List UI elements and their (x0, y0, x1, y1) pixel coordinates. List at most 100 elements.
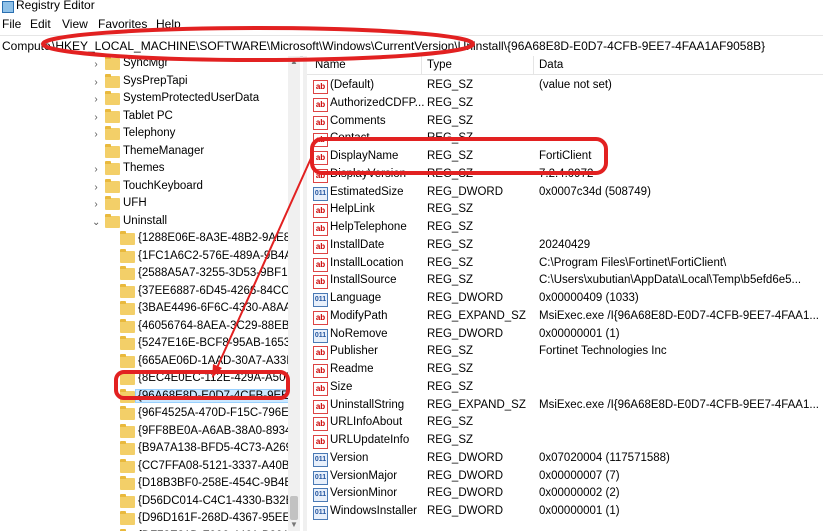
value-row[interactable]: ab DisplayVersion REG_SZ 7.2.4.0972 (307, 167, 823, 184)
value-row[interactable]: ab InstallSource REG_SZ C:\Users\xubutian\A… (307, 273, 823, 290)
tree-subitem[interactable]: {D18B3BF0-258E-454C-9B4B-4 (0, 476, 300, 493)
string-value-icon: ab (313, 97, 328, 112)
tree-scrollbar[interactable]: ▲ ▼ (288, 56, 300, 531)
value-row[interactable]: ab HelpLink REG_SZ (307, 202, 823, 219)
string-value-icon: ab (313, 417, 328, 432)
column-type[interactable]: Type (427, 59, 452, 71)
scroll-down-icon[interactable]: ▼ (288, 519, 300, 531)
value-row[interactable]: ab InstallLocation REG_SZ C:\Program Files\… (307, 256, 823, 273)
value-row[interactable]: ab DisplayName REG_SZ FortiClient (307, 149, 823, 166)
value-name: WindowsInstaller (330, 505, 417, 517)
value-data: 0x00000002 (2) (539, 487, 620, 500)
value-type: REG_EXPAND_SZ (427, 398, 526, 411)
tree-item[interactable]: › UFH (0, 196, 288, 213)
tree-subitem[interactable]: {1FC1A6C2-576E-489A-9B4A-9 (0, 248, 300, 266)
value-type: REG_SZ (427, 274, 474, 287)
tree-subitem-label: {D96D161F-268D-4367-95EE-A (138, 512, 300, 524)
scroll-thumb[interactable] (290, 496, 298, 520)
expand-icon[interactable]: › (92, 161, 100, 178)
tree-subitem[interactable]: {46056764-8AEA-3C29-88EB-3 (0, 318, 300, 336)
value-row[interactable]: ab Comments REG_SZ (307, 114, 823, 131)
value-type: REG_DWORD (427, 505, 504, 517)
scroll-up-icon[interactable]: ▲ (288, 56, 300, 68)
value-row[interactable]: ab URLUpdateInfo REG_SZ (307, 433, 823, 450)
tree-item[interactable]: ⌄ Uninstall (0, 213, 288, 231)
value-row[interactable]: 011 Language REG_DWORD 0x00000409 (1033) (307, 291, 823, 308)
tree-item[interactable]: › SystemProtectedUserData (0, 91, 288, 108)
column-separator[interactable] (533, 56, 534, 74)
value-row[interactable]: 011 VersionMinor REG_DWORD 0x00000002 (2) (307, 486, 823, 503)
tree-subitem[interactable]: {665AE06D-1AAD-30A7-A33F- (0, 353, 297, 371)
tree-subitem[interactable]: {D96D161F-268D-4367-95EE-A (0, 511, 300, 528)
tree-item[interactable]: › SyncMgr (0, 56, 288, 73)
value-type: REG_DWORD (427, 292, 504, 304)
value-row[interactable]: 011 NoRemove REG_DWORD 0x00000001 (1) (307, 327, 823, 344)
column-name[interactable]: Name (315, 59, 346, 71)
value-row[interactable]: ab (Default) REG_SZ (value not set) (307, 78, 823, 95)
folder-icon (120, 231, 135, 245)
tree-subitem[interactable]: {2588A5A7-3255-3D53-9BF1-C (0, 266, 300, 283)
expand-icon[interactable]: › (92, 196, 100, 213)
tree-subitem[interactable]: {96A68E8D-E0D7-4CFB-9EE7-4 (0, 388, 300, 406)
column-data[interactable]: Data (539, 59, 563, 71)
value-row[interactable]: 011 WindowsInstaller REG_DWORD 0x00000001 (… (307, 504, 823, 521)
value-row[interactable]: ab UninstallString REG_EXPAND_SZ MsiExec.ex… (307, 398, 823, 415)
value-row[interactable]: ab ModifyPath REG_EXPAND_SZ MsiExec.exe /I{… (307, 309, 823, 326)
expand-icon[interactable]: › (92, 74, 100, 91)
expand-icon[interactable]: › (92, 126, 100, 143)
value-row[interactable]: ab InstallDate REG_SZ 20240429 (307, 238, 823, 255)
value-row[interactable]: ab AuthorizedCDFP... REG_SZ (307, 96, 823, 113)
expand-icon[interactable]: › (92, 109, 100, 126)
value-type: REG_SZ (427, 96, 474, 109)
value-row[interactable]: ab Contact REG_SZ (307, 131, 823, 148)
tree-subitem[interactable]: {96F4525A-470D-F15C-796E-50 (0, 406, 300, 423)
value-row[interactable]: 011 Version REG_DWORD 0x07020004 (117571588… (307, 451, 823, 468)
folder-icon (120, 493, 135, 508)
value-data: 0x00000007 (7) (539, 469, 620, 482)
tree-subitem[interactable]: {3BAE4496-6F6C-4330-A8AA-E (0, 301, 300, 318)
tree-item[interactable]: › Telephony (0, 126, 288, 143)
value-type: REG_SZ (427, 256, 474, 269)
folder-icon (105, 91, 120, 105)
tree-item[interactable]: › Tablet PC (0, 108, 288, 126)
value-name: Comments (330, 114, 386, 127)
tree-subitem[interactable]: {D56DC014-C4C1-4330-B32B-I (0, 493, 300, 511)
tree-item[interactable]: › SysPrepTapi (0, 73, 288, 91)
expand-icon[interactable]: › (92, 179, 100, 196)
value-type: REG_SZ (427, 238, 474, 251)
tree-subitem[interactable]: {9FF8BE0A-A6AB-38A0-8934-1 (0, 423, 300, 441)
value-type: REG_SZ (427, 132, 474, 145)
value-row[interactable]: ab Size REG_SZ (307, 380, 823, 397)
menu-view[interactable]: View (62, 17, 88, 31)
collapse-icon[interactable]: ⌄ (92, 214, 100, 231)
tree-subitem[interactable]: {8EC4E0EC-112E-429A-A50D-E (0, 371, 300, 388)
menu-file[interactable]: File (2, 17, 21, 31)
tree-item[interactable]: ThemeManager (0, 143, 288, 161)
menu-edit[interactable]: Edit (30, 17, 51, 31)
tree-item[interactable]: › Themes (0, 161, 288, 178)
registry-tree[interactable]: › SyncMgr › SysPrepTapi › SystemProtectedUser… (0, 56, 300, 531)
tree-subitem[interactable]: {B9A7A138-BFD5-4C73-A269-F (0, 441, 300, 458)
value-row[interactable]: ab URLInfoAbout REG_SZ (307, 415, 823, 432)
tree-subitem[interactable]: {5247E16E-BCF8-95AB-1653-B (0, 336, 300, 353)
address-label: Compute (2, 39, 51, 53)
value-data: 20240429 (539, 238, 591, 251)
tree-subitem[interactable]: {CC7FFA08-5121-3337-A40B-2 (0, 458, 300, 476)
value-row[interactable]: ab Readme REG_SZ (307, 362, 823, 379)
expand-icon[interactable]: › (92, 56, 100, 73)
tree-subitem[interactable]: {1288E06E-8A3E-48B2-9AE8-D (0, 231, 300, 248)
tree-item[interactable]: › TouchKeyboard (0, 178, 288, 196)
value-row[interactable]: 011 EstimatedSize REG_DWORD 0x0007c34d (508… (307, 185, 823, 202)
tree-subitem[interactable]: {37EE6887-6D45-4266-84CC-A (0, 283, 300, 301)
menu-help[interactable]: Help (156, 17, 181, 31)
expand-icon[interactable]: › (92, 91, 100, 108)
value-row[interactable]: ab HelpTelephone REG_SZ (307, 220, 823, 237)
address-path[interactable]: \HKEY_LOCAL_MACHINE\SOFTWARE\Microsoft\W… (52, 39, 765, 53)
address-bar[interactable]: Compute \HKEY_LOCAL_MACHINE\SOFTWARE\Mic… (0, 35, 823, 57)
value-name: InstallLocation (330, 256, 404, 269)
value-row[interactable]: ab Publisher REG_SZ Fortinet Technologies I… (307, 344, 823, 361)
value-row[interactable]: 011 VersionMajor REG_DWORD 0x00000007 (7) (307, 469, 823, 486)
folder-icon (120, 336, 135, 350)
column-separator[interactable] (421, 56, 422, 74)
menu-favorites[interactable]: Favorites (98, 17, 147, 31)
